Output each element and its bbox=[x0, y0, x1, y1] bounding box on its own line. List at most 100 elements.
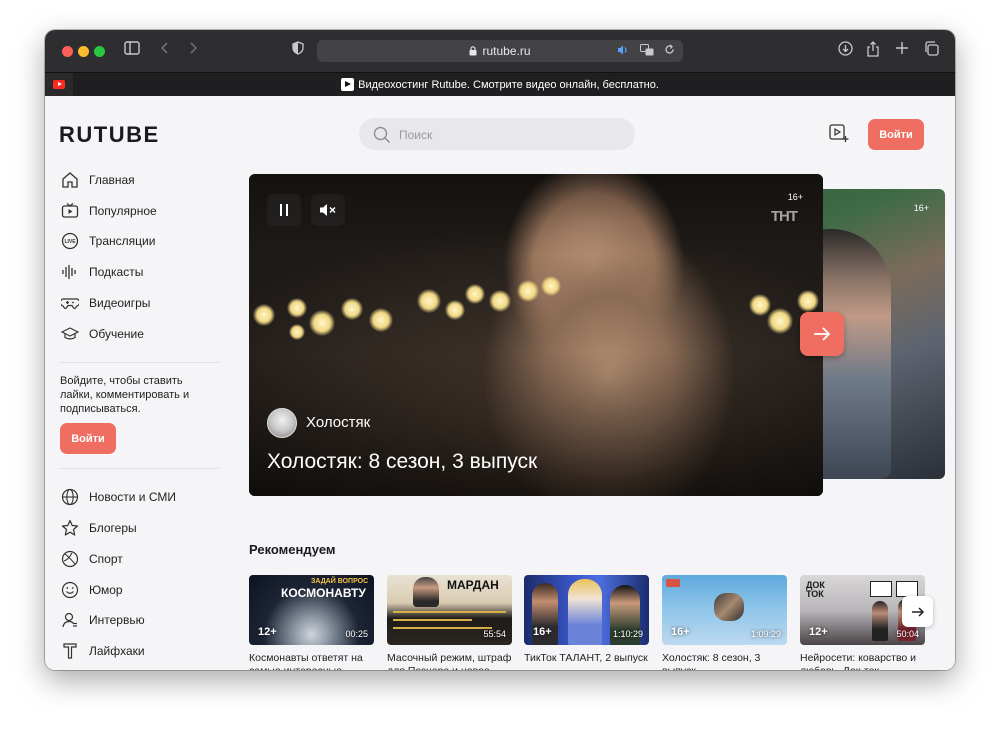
pause-icon bbox=[280, 204, 288, 216]
lifehack-icon bbox=[63, 643, 77, 659]
zoom-window-button[interactable] bbox=[94, 46, 105, 57]
star-icon bbox=[61, 519, 79, 536]
rutube-favicon-icon bbox=[341, 78, 355, 91]
svg-text:LIVE: LIVE bbox=[64, 239, 76, 245]
sidebar-item-label: Интервью bbox=[89, 613, 145, 627]
gamepad-icon bbox=[61, 298, 79, 309]
search-input[interactable] bbox=[397, 118, 621, 152]
speaker-icon[interactable] bbox=[617, 44, 629, 56]
video-title[interactable]: Масочный режим, штраф для Познера и ново… bbox=[387, 652, 512, 670]
sidebar-item-label: Блогеры bbox=[89, 521, 137, 535]
sidebar-item-podcasts[interactable]: Подкасты bbox=[59, 259, 219, 285]
ball-icon bbox=[61, 550, 79, 568]
back-chevron-icon[interactable] bbox=[155, 41, 175, 61]
sidebar-item-live[interactable]: LIVE Трансляции bbox=[59, 228, 219, 254]
rutube-logo[interactable]: RUTUBE bbox=[59, 122, 160, 148]
video-thumbnail[interactable]: 16+ 1:10:29 bbox=[524, 575, 649, 645]
graduation-cap-icon bbox=[61, 327, 79, 340]
hero-video-title[interactable]: Холостяк: 8 сезон, 3 выпуск bbox=[267, 450, 537, 474]
sidebar-item-label: Спорт bbox=[89, 552, 123, 566]
sidebar-item-sport[interactable]: Спорт bbox=[59, 546, 219, 572]
sidebar-item-interview[interactable]: Интервью bbox=[59, 607, 219, 633]
search-box[interactable] bbox=[359, 118, 635, 152]
lock-icon bbox=[469, 46, 477, 56]
video-title[interactable]: Нейросети: коварство и любовь. Док-ток. … bbox=[800, 652, 925, 670]
age-rating: 16+ bbox=[671, 626, 690, 638]
sidebar-item-home[interactable]: Главная bbox=[59, 167, 219, 193]
page-content: RUTUBE Войти Главная Популярное LIVE Тра… bbox=[45, 96, 955, 670]
minimize-window-button[interactable] bbox=[78, 46, 89, 57]
video-card[interactable]: 16+ 1:09:29 Холостяк: 8 сезон, 3 выпуск bbox=[662, 575, 787, 670]
browser-window: rutube.ru Видеохостинг Rutube. Смотрите … bbox=[45, 30, 955, 670]
sidebar-divider bbox=[59, 362, 219, 363]
sidebar-item-label: Лайфхаки bbox=[89, 644, 145, 658]
new-tab-plus-icon[interactable] bbox=[892, 41, 912, 61]
forward-chevron-icon[interactable] bbox=[183, 41, 203, 61]
tnt-channel-logo: ТНТ bbox=[770, 208, 798, 225]
video-card[interactable]: МАРДАН 55:54 Масочный режим, штраф для П… bbox=[387, 575, 512, 670]
sidebar-item-popular[interactable]: Популярное bbox=[59, 198, 219, 224]
video-title[interactable]: Космонавты ответят на самые интересные..… bbox=[249, 652, 374, 670]
upload-video-icon[interactable] bbox=[829, 124, 849, 148]
sidebar-item-education[interactable]: Обучение bbox=[59, 321, 219, 347]
tab-overview-icon[interactable] bbox=[921, 41, 941, 61]
sidebar-item-label: Популярное bbox=[89, 204, 157, 218]
sidebar-login-button[interactable]: Войти bbox=[60, 423, 116, 454]
address-url: rutube.ru bbox=[482, 44, 531, 58]
hero-channel-name[interactable]: Холостяк bbox=[306, 414, 370, 431]
sidebar-item-label: Главная bbox=[89, 173, 135, 187]
video-thumbnail[interactable]: 16+ 1:09:29 bbox=[662, 575, 787, 645]
sidebar-item-bloggers[interactable]: Блогеры bbox=[59, 515, 219, 541]
video-card[interactable]: ЗАДАЙ ВОПРОС КОСМОНАВТУ 12+ 00:25 Космон… bbox=[249, 575, 374, 670]
video-title[interactable]: ТикТок ТАЛАНТ, 2 выпуск bbox=[524, 652, 649, 670]
reload-icon[interactable] bbox=[664, 44, 675, 55]
thumbnail-caption: МАРДАН bbox=[447, 578, 499, 592]
address-bar[interactable]: rutube.ru bbox=[317, 40, 683, 62]
share-icon[interactable] bbox=[863, 41, 883, 61]
sidebar-toggle-icon[interactable] bbox=[122, 41, 142, 61]
video-duration: 1:09:29 bbox=[750, 629, 781, 639]
browser-toolbar: rutube.ru bbox=[45, 30, 955, 72]
sidebar-item-label: Трансляции bbox=[89, 234, 156, 248]
video-duration: 00:25 bbox=[345, 629, 368, 639]
search-icon bbox=[373, 126, 390, 143]
video-duration: 55:54 bbox=[483, 629, 506, 639]
recommended-next-button[interactable] bbox=[902, 596, 933, 627]
mute-button[interactable] bbox=[311, 194, 345, 226]
muted-speaker-icon bbox=[320, 204, 336, 216]
pause-button[interactable] bbox=[267, 194, 301, 226]
sidebar-item-news[interactable]: Новости и СМИ bbox=[59, 484, 219, 510]
hero-next-button[interactable] bbox=[800, 312, 844, 356]
video-thumbnail[interactable]: МАРДАН 55:54 bbox=[387, 575, 512, 645]
close-window-button[interactable] bbox=[62, 46, 73, 57]
recommended-heading: Рекомендуем bbox=[249, 542, 336, 557]
tab-title: Видеохостинг Rutube. Смотрите видео онла… bbox=[358, 79, 659, 91]
sidebar-item-videogames[interactable]: Видеоигры bbox=[59, 290, 219, 316]
sidebar-item-label: Подкасты bbox=[89, 265, 144, 279]
sidebar-divider bbox=[59, 468, 219, 469]
video-duration: 50:04 bbox=[896, 629, 919, 639]
video-title[interactable]: Холостяк: 8 сезон, 3 выпуск bbox=[662, 652, 787, 670]
arrow-right-icon bbox=[814, 327, 831, 341]
video-thumbnail[interactable]: ЗАДАЙ ВОПРОС КОСМОНАВТУ 12+ 00:25 bbox=[249, 575, 374, 645]
translate-icon[interactable] bbox=[639, 44, 654, 56]
hero-age-rating: 16+ bbox=[787, 192, 803, 202]
channel-avatar[interactable] bbox=[267, 408, 297, 438]
interview-person-icon bbox=[62, 612, 77, 628]
sidebar-item-lifehacks[interactable]: Лайфхаки bbox=[59, 638, 219, 664]
downloads-icon[interactable] bbox=[835, 41, 855, 61]
age-rating: 12+ bbox=[258, 626, 277, 638]
sidebar-item-humor[interactable]: Юмор bbox=[59, 577, 219, 603]
hero-video-player[interactable]: 16+ ТНТ Холостяк Холостяк: 8 сезон, 3 вы… bbox=[249, 174, 823, 496]
age-rating: 16+ bbox=[533, 626, 552, 638]
popular-tv-icon bbox=[61, 203, 79, 218]
sidebar-item-label: Новости и СМИ bbox=[89, 490, 176, 504]
login-prompt-text: Войдите, чтобы ставить лайки, комментиро… bbox=[60, 375, 190, 415]
arrow-right-icon bbox=[911, 606, 924, 617]
video-card[interactable]: 16+ 1:10:29 ТикТок ТАЛАНТ, 2 выпуск bbox=[524, 575, 649, 670]
privacy-shield-icon[interactable] bbox=[288, 41, 308, 61]
globe-icon bbox=[61, 488, 79, 506]
video-duration: 1:10:29 bbox=[612, 629, 643, 639]
login-button[interactable]: Войти bbox=[868, 119, 924, 150]
active-tab[interactable]: Видеохостинг Rutube. Смотрите видео онла… bbox=[45, 73, 955, 97]
